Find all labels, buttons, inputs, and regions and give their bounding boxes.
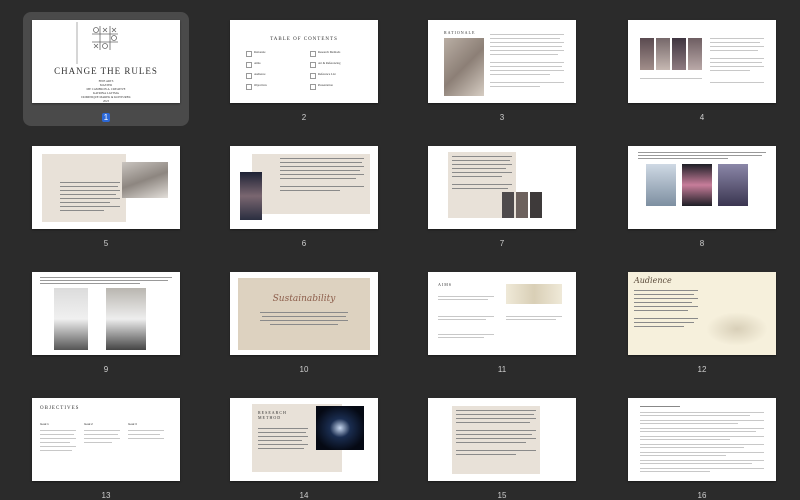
slide-5-canvas[interactable] xyxy=(32,146,180,229)
slide-12-canvas[interactable]: Audience xyxy=(628,272,776,355)
slide-number-1: 1 xyxy=(101,113,111,122)
slide-number-5: 5 xyxy=(103,239,109,248)
toc-item-6: Reference List xyxy=(318,72,336,76)
slide-12-title: Audience xyxy=(634,276,672,285)
photo-1 xyxy=(502,192,514,218)
beige-panel xyxy=(452,406,540,474)
slide-3-title: RATIONALE xyxy=(444,30,476,35)
slide-10-canvas[interactable]: Sustainability xyxy=(230,272,378,355)
photo-1 xyxy=(640,38,654,70)
toc-box-8 xyxy=(310,84,316,90)
toc-item-2: Research Methods xyxy=(318,50,341,54)
photo-2 xyxy=(516,192,528,218)
toc-box-7 xyxy=(246,84,252,90)
model-photo xyxy=(240,172,262,220)
beige-panel xyxy=(252,154,370,214)
slide-number-16: 16 xyxy=(697,491,707,500)
slide-number-11: 11 xyxy=(497,365,507,374)
photo-2 xyxy=(106,288,146,350)
slide-number-2: 2 xyxy=(301,113,307,122)
slide-10-title: Sustainability xyxy=(272,294,336,304)
slide-number-3: 3 xyxy=(499,113,505,122)
slide-6-canvas[interactable] xyxy=(230,146,378,229)
slide-1-title: CHANGE THE RULES xyxy=(54,66,158,76)
slide-number-4: 4 xyxy=(699,113,705,122)
toc-item-1: Rationale xyxy=(254,50,266,54)
goal-2-label: Goal 2 xyxy=(84,422,93,426)
photo-2 xyxy=(682,164,712,206)
door-light-photo xyxy=(316,406,364,450)
slide-3-canvas[interactable]: RATIONALE xyxy=(428,20,576,103)
slide-number-14: 14 xyxy=(299,491,309,500)
slide-1-subtitle-6: 2023 xyxy=(103,99,109,103)
slide-11-title: AIMS xyxy=(438,282,453,287)
flower-illustration xyxy=(706,312,768,346)
slide-1-canvas[interactable]: CHANGE THE RULES FINE ARTS MASTER ME CAM… xyxy=(32,20,180,103)
photo-4 xyxy=(688,38,702,70)
photo-1 xyxy=(54,288,88,350)
slide-7-canvas[interactable] xyxy=(428,146,576,229)
beige-panel xyxy=(42,154,126,222)
goal-1-label: Goal 1 xyxy=(40,422,49,426)
slide-8-canvas[interactable] xyxy=(628,146,776,229)
reference-list-block xyxy=(640,404,766,478)
slide-number-6: 6 xyxy=(301,239,307,248)
toc-item-8: Presentation xyxy=(318,83,333,87)
slide-14-canvas[interactable]: RESEARCH METHOD xyxy=(230,398,378,481)
slide-number-8: 8 xyxy=(699,239,705,248)
slide-9-canvas[interactable] xyxy=(32,272,180,355)
slide-number-13: 13 xyxy=(101,491,111,500)
toc-box-4 xyxy=(310,62,316,68)
photo-3 xyxy=(718,164,748,206)
slide-2-canvas[interactable]: TABLE OF CONTENTS Rationale Research Met… xyxy=(230,20,378,103)
slide-number-10: 10 xyxy=(299,365,309,374)
slide-2-title: TABLE OF CONTENTS xyxy=(270,37,338,42)
toc-item-3: Aims xyxy=(254,61,261,65)
slide-number-7: 7 xyxy=(499,239,505,248)
slide-number-12: 12 xyxy=(697,365,707,374)
toc-box-3 xyxy=(246,62,252,68)
slide-14-title: RESEARCH METHOD xyxy=(258,410,287,420)
slide-13-title: OBJECTIVES xyxy=(40,406,80,411)
toc-box-2 xyxy=(310,51,316,57)
slide-sorter-grid: CHANGE THE RULES FINE ARTS MASTER ME CAM… xyxy=(0,0,800,500)
toc-item-4: Art & Referencing xyxy=(318,61,341,65)
slide-4-canvas[interactable] xyxy=(628,20,776,103)
goal-3-label: Goal 3 xyxy=(128,422,137,426)
toc-box-6 xyxy=(310,73,316,79)
text-block xyxy=(710,38,766,78)
toc-box-1 xyxy=(246,51,252,57)
slide-15-canvas[interactable] xyxy=(428,398,576,481)
text-block xyxy=(490,32,566,92)
slide-13-canvas[interactable]: OBJECTIVES Goal 1 Goal 2 Goal 3 xyxy=(32,398,180,481)
slide-number-9: 9 xyxy=(103,365,109,374)
photo-2 xyxy=(656,38,670,70)
photo-3 xyxy=(530,192,542,218)
slide-number-15: 15 xyxy=(497,491,507,500)
fashion-photo xyxy=(444,38,484,96)
photo-3 xyxy=(672,38,686,70)
toc-item-5: Audience xyxy=(254,72,266,76)
toc-box-5 xyxy=(246,73,252,79)
beige-panel xyxy=(238,278,370,350)
toc-item-7: Objectives xyxy=(254,83,267,87)
dried-flowers-photo xyxy=(506,284,562,304)
book-photo xyxy=(122,162,168,198)
slide-11-canvas[interactable]: AIMS xyxy=(428,272,576,355)
photo-1 xyxy=(646,164,676,206)
slide-16-canvas[interactable] xyxy=(628,398,776,481)
